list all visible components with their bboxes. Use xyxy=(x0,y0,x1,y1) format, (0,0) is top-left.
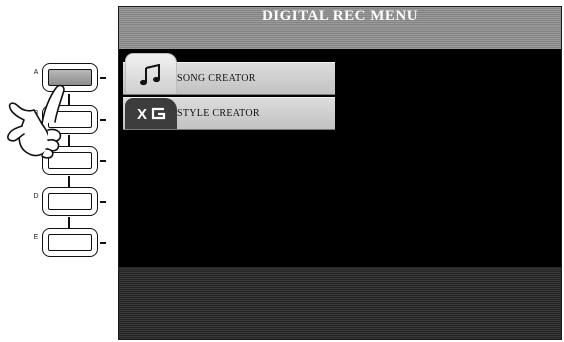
style-creator-button[interactable]: X STYLE CREATOR xyxy=(123,97,335,130)
lcd-screen: DIGITAL REC MENU SONG CREATOR X STYLE CR… xyxy=(118,6,562,340)
xg-logo-icon: X xyxy=(137,106,166,122)
button-tick xyxy=(100,160,106,162)
button-tick xyxy=(100,201,106,203)
song-creator-icon-tab xyxy=(125,53,177,94)
song-creator-label: SONG CREATOR xyxy=(177,73,256,84)
style-creator-label: STYLE CREATOR xyxy=(177,108,260,119)
button-letter-e: E xyxy=(33,234,39,241)
style-creator-icon-tab: X xyxy=(125,98,177,129)
tab-strip xyxy=(119,26,561,49)
pointing-hand-icon xyxy=(7,84,65,159)
button-letter-a: A xyxy=(33,69,39,76)
bottom-panel xyxy=(119,267,561,339)
button-tick xyxy=(100,242,106,244)
button-tick xyxy=(100,119,106,121)
song-creator-button[interactable]: SONG CREATOR xyxy=(123,53,335,95)
panel-buttons: A B C D E xyxy=(0,0,118,342)
page-title: DIGITAL REC MENU xyxy=(119,7,561,26)
panel-button-d[interactable] xyxy=(42,187,98,216)
button-letter-d: D xyxy=(33,193,39,200)
menu-area: SONG CREATOR X STYLE CREATOR xyxy=(119,49,561,267)
button-tick xyxy=(100,77,106,79)
panel-button-e[interactable] xyxy=(42,228,98,257)
musical-note-icon xyxy=(140,64,160,86)
svg-text:X: X xyxy=(137,106,147,122)
